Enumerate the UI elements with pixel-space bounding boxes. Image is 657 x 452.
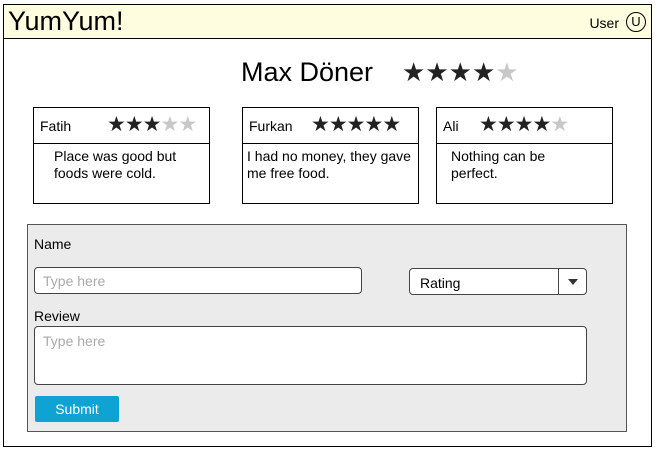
review-card-header: Furkan ★★★★★ (243, 108, 418, 144)
review-card-header: Ali ★★★★★ (437, 108, 612, 144)
star-empty-icon: ★ (495, 57, 519, 87)
star-filled-icon: ★ (402, 57, 426, 87)
star-filled-icon: ★ (382, 113, 401, 136)
rating-select-value: Rating (420, 275, 461, 291)
reviewer-name: Fatih (40, 118, 72, 134)
star-filled-icon: ★ (364, 113, 383, 136)
star-filled-icon: ★ (479, 113, 498, 136)
review-text: I had no money, they gave me free food. (247, 148, 411, 181)
app-title: YumYum! (8, 6, 124, 36)
user-avatar-icon[interactable]: U (626, 12, 646, 32)
star-filled-icon: ★ (346, 113, 366, 136)
star-filled-icon: ★ (471, 57, 496, 87)
star-filled-icon: ★ (328, 113, 348, 136)
review-card: Fatih ★★★★★ Place was good but foods wer… (33, 107, 210, 204)
star-filled-icon: ★ (514, 113, 534, 136)
star-filled-icon: ★ (532, 113, 551, 136)
review-text: Nothing can be perfect. (451, 148, 546, 181)
top-bar: YumYum! User U (3, 4, 652, 39)
chevron-down-icon[interactable] (558, 269, 586, 294)
review-rating: ★★★★★ (479, 112, 569, 138)
star-filled-icon: ★ (425, 57, 449, 87)
star-filled-icon: ★ (448, 57, 472, 87)
review-textarea[interactable] (34, 326, 587, 385)
star-filled-icon: ★ (142, 113, 162, 136)
review-card: Furkan ★★★★★ I had no money, they gave m… (242, 107, 419, 204)
rating-select[interactable]: Rating (409, 268, 587, 295)
reviewer-name: Ali (443, 118, 459, 134)
star-empty-icon: ★ (550, 113, 569, 136)
star-filled-icon: ★ (107, 113, 126, 136)
star-empty-icon: ★ (160, 113, 179, 136)
review-rating: ★★★★★ (311, 112, 401, 138)
restaurant-rating: ★★★★★ (402, 57, 519, 87)
review-card-header: Fatih ★★★★★ (34, 108, 209, 144)
star-filled-icon: ★ (496, 113, 516, 136)
reviewer-name: Furkan (249, 118, 293, 134)
review-text: Place was good but foods were cold. (54, 148, 177, 181)
user-menu-label[interactable]: User (589, 15, 619, 31)
review-label: Review (34, 308, 80, 324)
star-filled-icon: ★ (311, 113, 330, 136)
name-input[interactable] (34, 267, 362, 294)
review-form: Name Rating Review Submit (27, 224, 627, 432)
name-label: Name (34, 236, 72, 252)
review-card: Ali ★★★★★ Nothing can be perfect. (436, 107, 613, 204)
star-empty-icon: ★ (178, 113, 197, 136)
review-rating: ★★★★★ (107, 112, 197, 138)
star-filled-icon: ★ (124, 113, 144, 136)
restaurant-name: Max Döner (241, 57, 374, 87)
submit-button[interactable]: Submit (35, 396, 119, 422)
